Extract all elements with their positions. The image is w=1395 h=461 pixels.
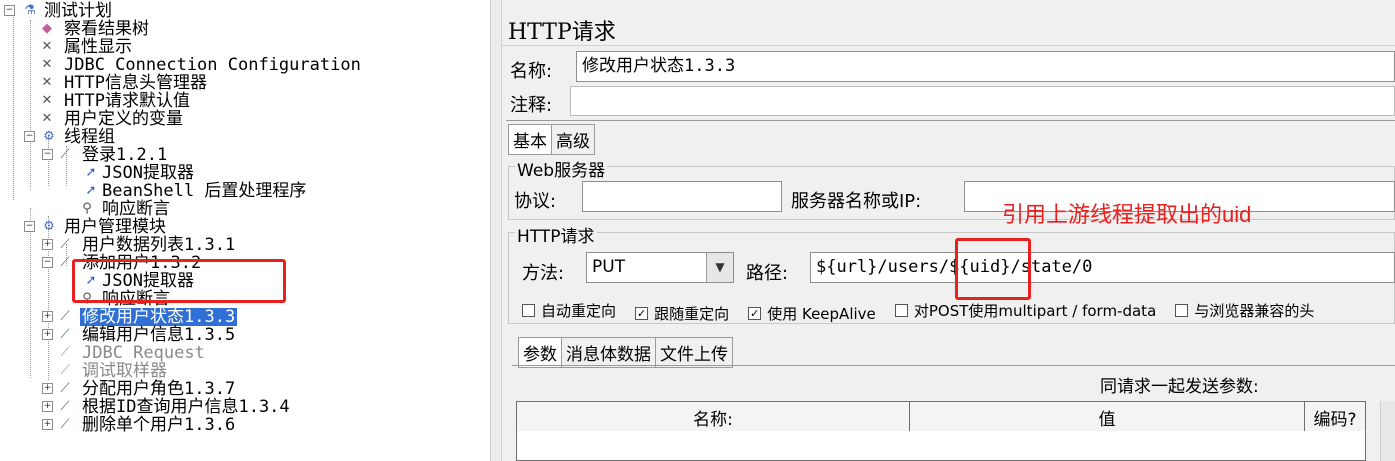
extractor-icon: ➚ [85,165,97,180]
extractor-icon: ➚ [85,183,97,198]
gear-icon: ⚙ [43,219,55,234]
expand-toggle-icon[interactable]: + [42,329,53,340]
wrench-icon: ✕ [41,75,53,90]
pipette-icon: ⟋ [60,399,70,414]
expand-toggle-icon[interactable]: + [42,311,53,322]
protocol-label: 协议: [514,191,557,212]
main-tab-bar: 基本 高级 [508,124,595,155]
parameters-table-body[interactable] [516,431,1366,461]
collapse-toggle-icon[interactable]: − [4,5,15,16]
pipette-icon: ⟋ [60,345,70,360]
collapse-toggle-icon[interactable]: − [42,257,53,268]
wrench-icon: ✕ [41,39,53,54]
test-plan-tree[interactable]: − ⚗ 测试计划 ◆ 察看结果树 ✕ 属性显示 ✕ JDBC Connectio… [0,0,490,461]
result-tree-icon: ◆ [42,21,52,36]
expand-toggle-icon[interactable]: + [42,419,53,430]
panel-title: HTTP请求 [508,20,616,45]
vertical-scrollbar[interactable] [1380,401,1395,461]
expand-toggle-icon[interactable]: + [42,239,53,250]
checkbox-icon [894,304,908,317]
column-header-name[interactable]: 名称: [516,401,910,433]
uid-highlight-box [955,238,1031,300]
tab-body-data[interactable]: 消息体数据 [561,337,656,368]
collapse-toggle-icon[interactable]: − [42,149,53,160]
column-header-value[interactable]: 值 [909,401,1305,433]
pipette-icon: ⟋ [60,309,70,324]
wrench-icon: ✕ [41,57,53,72]
method-select[interactable]: PUT ▼ [586,252,734,283]
name-label: 名称: [510,61,553,82]
splitter-handle[interactable] [490,0,502,461]
path-label: 路径: [746,263,789,284]
flask-icon: ⚗ [24,3,36,18]
collapse-toggle-icon[interactable]: − [24,131,35,142]
annotation-text: 引用上游线程提取出的uid [1002,202,1252,227]
tab-advanced[interactable]: 高级 [551,124,595,155]
checkmark-icon: ✓ [635,307,649,320]
send-params-label: 同请求一起发送参数: [1100,377,1259,397]
pipette-icon: ⟋ [60,237,70,252]
pipette-icon: ⟋ [60,255,70,270]
tab-file-upload[interactable]: 文件上传 [655,337,733,368]
param-tab-bar: 参数 消息体数据 文件上传 [518,337,733,368]
server-label: 服务器名称或IP: [791,191,922,212]
pipette-icon: ⟋ [60,363,70,378]
comment-label: 注释: [510,95,553,116]
collapse-toggle-icon[interactable]: − [24,221,35,232]
chevron-down-icon[interactable]: ▼ [706,253,733,282]
checkbox-icon [522,304,535,317]
pipette-icon: ⟋ [60,417,70,432]
parameters-table[interactable]: 名称: 值 编码? [516,401,1366,433]
comment-field[interactable] [570,86,1395,116]
http-request-group-title: HTTP请求 [515,222,597,247]
pipette-icon: ⟋ [60,147,70,162]
wrench-icon: ✕ [41,93,53,108]
http-request-panel: HTTP请求 名称: 修改用户状态1.3.3 注释: 基本 高级 Web服务器 … [502,0,1395,461]
checkmark-icon: ✓ [748,307,762,320]
highlight-box [72,259,286,303]
magnifier-icon: ⚲ [82,201,92,216]
checkbox-icon [1175,304,1189,317]
wrench-icon: ✕ [41,111,53,126]
pipette-icon: ⟋ [60,381,70,396]
auto-redirect-checkbox[interactable]: 自动重定向 [522,300,616,321]
gear-icon: ⚙ [43,129,55,144]
protocol-field[interactable] [582,181,782,212]
web-server-title: Web服务器 [515,156,608,181]
tab-basic[interactable]: 基本 [508,124,552,155]
follow-redirect-checkbox[interactable]: ✓ 跟随重定向 [635,303,729,324]
method-label: 方法: [522,263,565,284]
options-row: 自动重定向 ✓ 跟随重定向 ✓ 使用 KeepAlive 对POST使用multip… [522,300,1328,324]
browser-headers-checkbox[interactable]: 与浏览器兼容的头 [1175,300,1314,321]
name-field[interactable]: 修改用户状态1.3.3 [576,51,1395,82]
expand-toggle-icon[interactable]: + [42,401,53,412]
keepalive-checkbox[interactable]: ✓ 使用 KeepAlive [748,303,876,324]
multipart-checkbox[interactable]: 对POST使用multipart / form-data [894,300,1156,321]
tab-parameters[interactable]: 参数 [518,337,562,368]
pipette-icon: ⟋ [60,327,70,342]
column-header-encode[interactable]: 编码? [1304,401,1366,433]
path-field[interactable]: ${url}/users/${uid}/state/0 [810,252,1395,283]
expand-toggle-icon[interactable]: + [42,383,53,394]
